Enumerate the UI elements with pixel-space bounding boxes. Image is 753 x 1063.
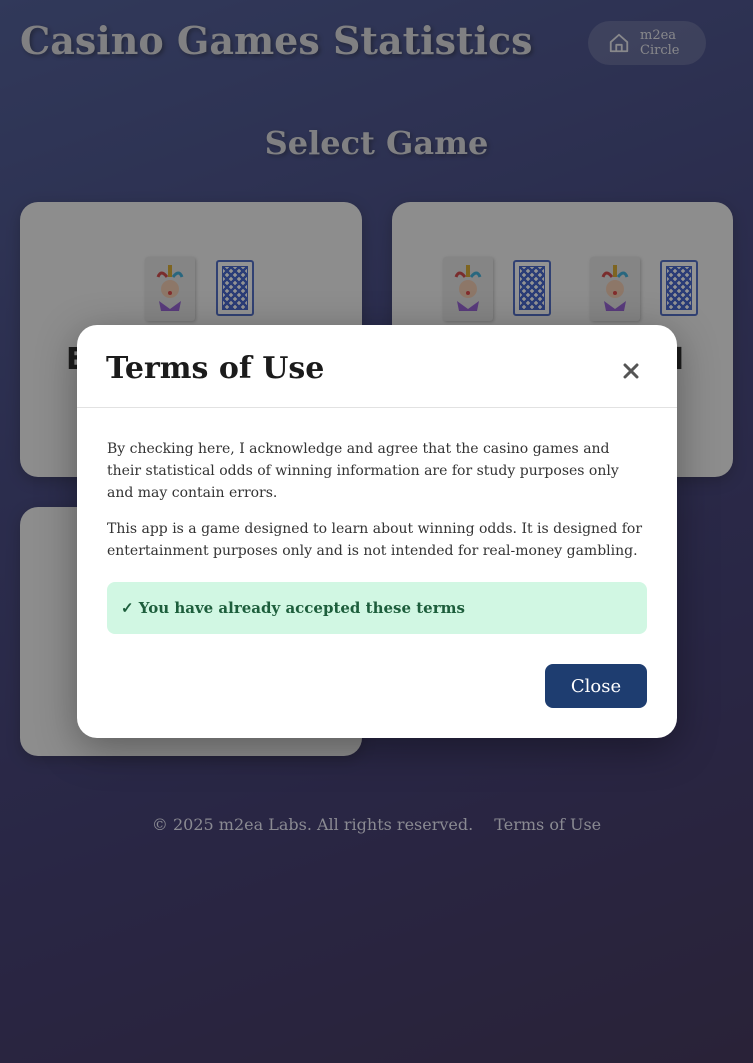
close-button[interactable]: Close — [545, 664, 647, 708]
terms-modal: Terms of Use By checking here, I acknowl… — [77, 325, 677, 738]
modal-body: By checking here, I acknowledge and agre… — [77, 408, 677, 634]
footer: © 2025 m2ea Labs. All rights reserved. T… — [0, 815, 753, 834]
modal-header: Terms of Use — [77, 325, 677, 408]
terms-paragraph: By checking here, I acknowledge and agre… — [107, 441, 619, 501]
terms-paragraph: This app is a game designed to learn abo… — [107, 521, 643, 559]
accepted-status-banner: ✓ You have already accepted these terms — [107, 582, 647, 634]
terms-link[interactable]: Terms of Use — [494, 815, 601, 834]
copyright-text: © 2025 m2ea Labs. All rights reserved. — [151, 815, 474, 834]
modal-title: Terms of Use — [106, 351, 325, 386]
close-icon[interactable] — [621, 361, 641, 381]
